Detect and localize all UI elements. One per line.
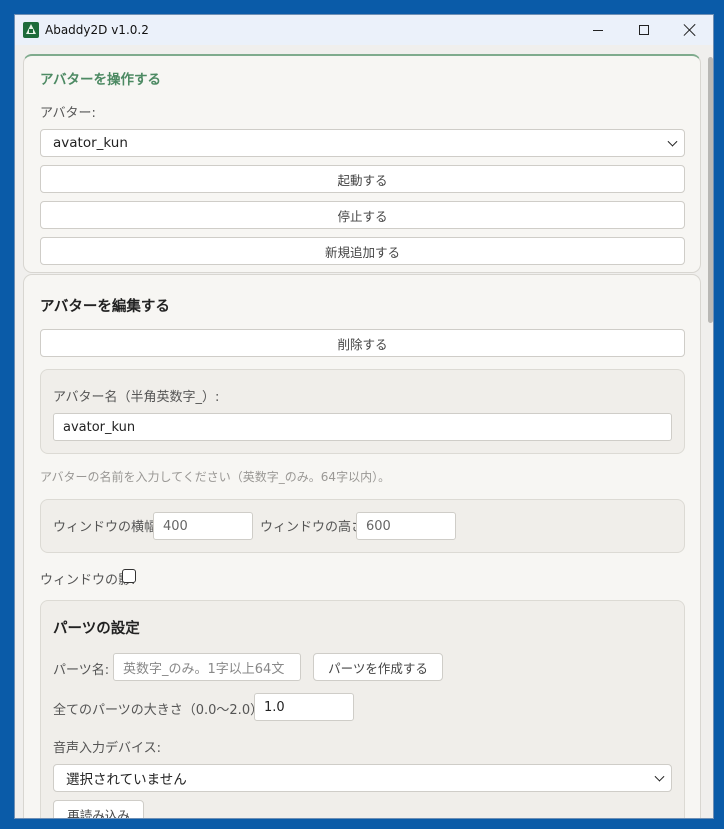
avatar-name-group: アバター名（半角英数字_）: avator_kun — [40, 369, 685, 454]
create-part-button[interactable]: パーツを作成する — [313, 653, 443, 681]
window-shadow-checkbox[interactable] — [122, 569, 136, 583]
audio-device-label: 音声入力デバイス: — [53, 741, 161, 756]
chevron-down-icon — [667, 136, 678, 147]
window-width-label: ウィンドウの横幅: — [53, 520, 162, 535]
window-title: Abaddy2D v1.0.2 — [45, 23, 149, 37]
app-window: Abaddy2D v1.0.2 アバターを操作する アバター: avator_k… — [14, 14, 714, 819]
parts-heading: パーツの設定 — [53, 621, 140, 637]
part-name-input[interactable]: 英数字_のみ。1字以上64文 — [113, 653, 301, 681]
part-name-label: パーツ名: — [53, 663, 110, 678]
window-height-label: ウィンドウの高さ: — [260, 520, 369, 535]
reload-button[interactable]: 再読み込み — [53, 800, 144, 818]
window-size-group: ウィンドウの横幅: 400 ウィンドウの高さ: 600 — [40, 499, 685, 553]
audio-device-value: 選択されていません — [66, 772, 187, 788]
delete-button[interactable]: 削除する — [40, 329, 685, 357]
operate-avatar-panel: アバターを操作する アバター: avator_kun 起動する 停止する 新規追… — [23, 54, 701, 273]
maximize-button[interactable] — [621, 15, 667, 45]
close-button[interactable] — [667, 15, 713, 45]
avatar-name-input[interactable]: avator_kun — [53, 413, 672, 441]
minimize-icon — [593, 29, 603, 31]
parts-size-input[interactable]: 1.0 — [254, 693, 354, 721]
title-bar[interactable]: Abaddy2D v1.0.2 — [15, 15, 713, 45]
avatar-select-value: avator_kun — [53, 135, 128, 151]
avatar-name-hint: アバターの名前を入力してください（英数字_のみ。64字以内）。 — [40, 470, 391, 484]
edit-avatar-panel: アバターを編集する 削除する アバター名（半角英数字_）: avator_kun… — [23, 274, 701, 818]
parts-size-label: 全てのパーツの大きさ（0.0〜2.0）: — [53, 703, 268, 718]
stop-button[interactable]: 停止する — [40, 201, 685, 229]
chevron-down-icon — [654, 771, 665, 782]
avatar-select[interactable]: avator_kun — [40, 129, 685, 157]
operate-heading: アバターを操作する — [40, 72, 161, 88]
start-button[interactable]: 起動する — [40, 165, 685, 193]
audio-device-select[interactable]: 選択されていません — [53, 764, 672, 792]
parts-settings-group: パーツの設定 パーツ名: 英数字_のみ。1字以上64文 パーツを作成する 全ての… — [40, 600, 685, 818]
add-avatar-button[interactable]: 新規追加する — [40, 237, 685, 265]
window-width-input[interactable]: 400 — [153, 512, 253, 540]
edit-heading: アバターを編集する — [40, 299, 170, 315]
minimize-button[interactable] — [575, 15, 621, 45]
window-height-input[interactable]: 600 — [356, 512, 456, 540]
maximize-icon — [639, 25, 649, 35]
avatar-name-label: アバター名（半角英数字_）: — [53, 390, 220, 405]
scrollbar[interactable] — [708, 57, 713, 323]
app-logo-icon — [23, 22, 39, 38]
main-content: アバターを操作する アバター: avator_kun 起動する 停止する 新規追… — [15, 45, 713, 818]
avatar-label: アバター: — [40, 106, 96, 121]
close-icon — [684, 24, 696, 36]
